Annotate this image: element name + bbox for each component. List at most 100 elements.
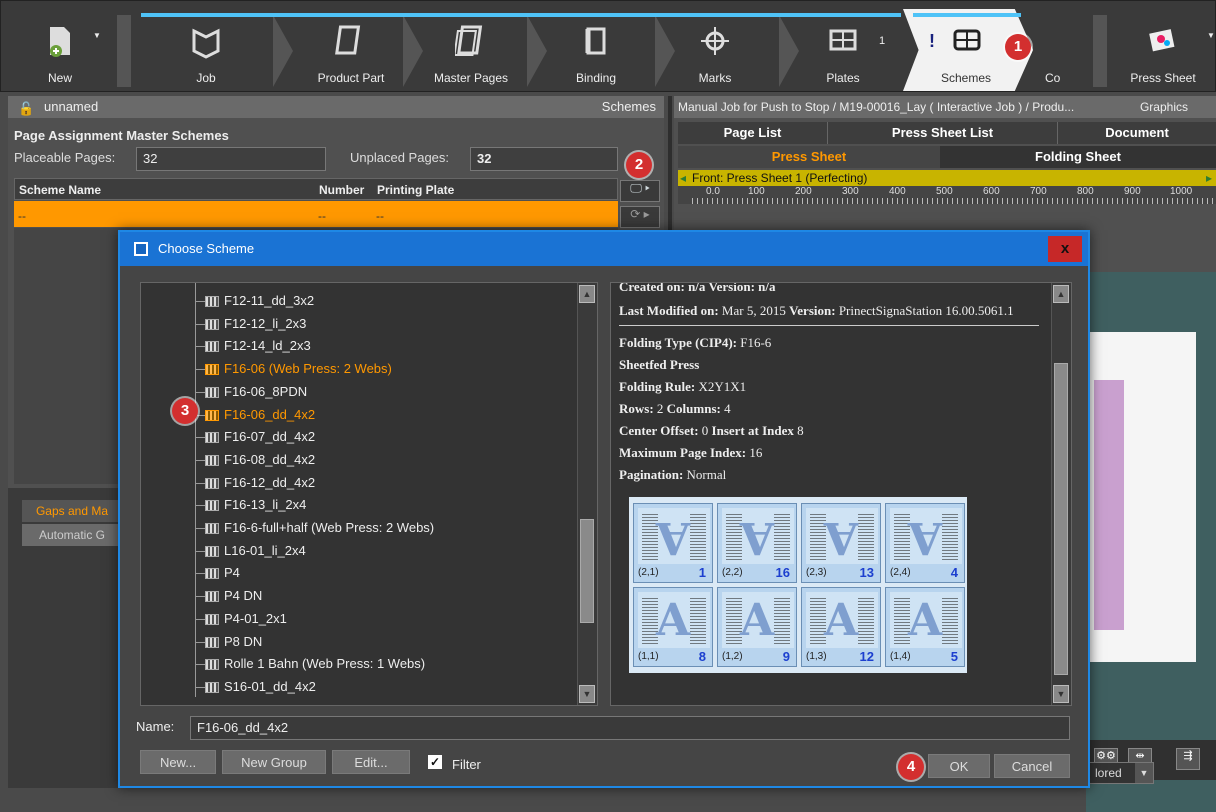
step-master-pages[interactable]: Master Pages [411, 9, 531, 89]
tree-item[interactable]: F12-14_ld_2x3 [205, 336, 311, 356]
scroll-thumb[interactable] [1054, 363, 1068, 675]
tree-item[interactable]: F16-06 (Web Press: 2 Webs) [205, 359, 392, 379]
tree-line [195, 483, 205, 484]
add-scheme-button[interactable]: 🖵 ▸ [620, 180, 660, 202]
next-arrow-icon[interactable]: ▸ [1206, 170, 1212, 186]
scroll-up-icon[interactable]: ▲ [1053, 285, 1069, 303]
choose-scheme-dialog: Choose Scheme x F12-11_dd_3x2 F12-12_li_2… [118, 230, 1090, 788]
tree-item[interactable]: P4 [205, 563, 240, 583]
column-printing-plate[interactable]: Printing Plate [377, 179, 454, 201]
row-scheme-name: -- [18, 209, 26, 223]
tree-line [195, 642, 205, 643]
unplaced-pages-field: 32 [470, 147, 618, 171]
job-path-title: Manual Job for Push to Stop / M19-00016_… [678, 100, 1075, 114]
step-job[interactable]: Job [141, 9, 271, 89]
tab-gaps-and-margins[interactable]: Gaps and Ma [22, 500, 122, 522]
scheme-icon [205, 682, 219, 694]
tree-item[interactable]: S16-01_dd_4x2 [205, 677, 316, 697]
close-button[interactable]: x [1048, 236, 1082, 262]
panel-tab-schemes[interactable]: Schemes [602, 96, 656, 118]
tab-press-sheet-list[interactable]: Press Sheet List [828, 122, 1058, 144]
table-row[interactable]: -- -- -- [14, 201, 618, 227]
chevron-down-icon[interactable]: ▼ [1135, 763, 1153, 783]
scroll-down-icon[interactable]: ▼ [579, 685, 595, 703]
text-lines [774, 598, 790, 644]
scheme-table-header: Scheme Name Number Printing Plate [14, 178, 618, 200]
tree-item-label: F12-11_dd_3x2 [224, 293, 315, 308]
step-binding[interactable]: Binding [541, 9, 651, 89]
page-letter-icon: A [656, 595, 691, 646]
tree-item[interactable]: F12-11_dd_3x2 [205, 291, 314, 311]
tree-item[interactable]: F16-6-full+half (Web Press: 2 Webs) [205, 518, 434, 538]
step-new[interactable]: ▼ New [15, 9, 105, 89]
separator [117, 15, 131, 87]
tab-automatic-gaps[interactable]: Automatic G [22, 524, 122, 546]
page-thumb: A [806, 508, 878, 564]
placeable-pages-field: 32 [136, 147, 326, 171]
tree-item[interactable]: F16-12_dd_4x2 [205, 473, 315, 493]
tree-line [195, 392, 205, 393]
page-number: 4 [950, 565, 958, 580]
tab-press-sheet[interactable]: Press Sheet [678, 146, 940, 168]
step-plates-label: Plates [826, 71, 860, 85]
unlock-icon[interactable]: 🔓 [18, 98, 34, 120]
tree-scrollbar[interactable]: ▲ ▼ [577, 283, 597, 705]
column-number[interactable]: Number [319, 179, 364, 201]
step-collapsed[interactable]: Co [1041, 9, 1091, 89]
name-field[interactable]: F16-06_dd_4x2 [190, 716, 1070, 740]
callout-badge-1: 1 [1005, 34, 1031, 60]
tree-item[interactable]: F16-06_8PDN [205, 382, 307, 402]
step-plates[interactable]: 1 Plates [791, 9, 895, 89]
refresh-scheme-button[interactable]: ⟳ ▸ [620, 206, 660, 228]
tree-item[interactable]: F16-13_li_2x4 [205, 495, 306, 515]
cancel-button[interactable]: Cancel [994, 754, 1070, 778]
scheme-icon [205, 546, 219, 558]
step-marks-label: Marks [698, 71, 732, 85]
tree-item[interactable]: F12-12_li_2x3 [205, 314, 306, 334]
tree-item[interactable]: L16-01_li_2x4 [205, 541, 306, 561]
colored-select[interactable]: lored ▼ [1086, 762, 1154, 784]
front-side-bar[interactable]: ◂ Front: Press Sheet 1 (Perfecting) ▸ [678, 170, 1216, 186]
scroll-down-icon[interactable]: ▼ [1053, 685, 1069, 703]
master-pages-icon [455, 25, 483, 56]
page-coordinate: (2,1) [638, 567, 659, 578]
tree-item[interactable]: P4-01_2x1 [205, 609, 287, 629]
tree-item[interactable]: P4 DN [205, 586, 262, 606]
ruler-tick: 900 [1124, 186, 1141, 197]
scheme-tree: F12-11_dd_3x2 F12-12_li_2x3 F12-14_ld_2x3 F… [140, 282, 598, 706]
dropdown-arrow-icon[interactable]: ▼ [93, 31, 101, 40]
step-press-sheet[interactable]: ▼ Press Sheet [1111, 9, 1215, 89]
dropdown-arrow-icon[interactable]: ▼ [1207, 31, 1215, 40]
expand-icon[interactable]: ⇶ [1176, 748, 1200, 770]
rows-columns-info: Rows: 2 Columns: 4 [619, 401, 731, 416]
center-offset-info: Center Offset: 0 Insert at Index 8 [619, 423, 804, 438]
page-coordinate: (1,3) [806, 651, 827, 662]
scroll-thumb[interactable] [580, 519, 594, 623]
horizontal-ruler: 0.0 100 200 300 400 500 600 700 800 900 … [678, 186, 1216, 204]
step-marks[interactable]: Marks [665, 9, 765, 89]
page-thumb: A [890, 508, 962, 564]
ok-button[interactable]: OK [928, 754, 990, 778]
pagination-info: Pagination: Normal [619, 467, 727, 482]
tree-item[interactable]: Rolle 1 Bahn (Web Press: 1 Webs) [205, 654, 425, 674]
info-scrollbar[interactable]: ▲ ▼ [1051, 283, 1071, 705]
new-button[interactable]: New... [140, 750, 216, 774]
edit-button[interactable]: Edit... [332, 750, 410, 774]
column-scheme-name[interactable]: Scheme Name [19, 179, 101, 201]
dialog-title-bar[interactable]: Choose Scheme x [120, 232, 1088, 266]
tree-item[interactable]: F16-07_dd_4x2 [205, 427, 315, 447]
tab-document[interactable]: Document [1058, 122, 1216, 144]
prev-arrow-icon[interactable]: ◂ [680, 170, 686, 186]
scroll-up-icon[interactable]: ▲ [579, 285, 595, 303]
new-group-button[interactable]: New Group [222, 750, 326, 774]
tab-page-list[interactable]: Page List [678, 122, 828, 144]
tab-graphics[interactable]: Graphics [1135, 96, 1192, 118]
filter-checkbox[interactable]: ✓ [428, 755, 442, 769]
tab-folding-sheet[interactable]: Folding Sheet [940, 146, 1216, 168]
tree-item[interactable]: F16-06_dd_4x2 [205, 405, 315, 425]
step-product-part[interactable]: Product Part [291, 9, 411, 89]
row-number: -- [318, 209, 326, 223]
preview-page: A (1,4) 5 [885, 587, 965, 667]
tree-item[interactable]: F16-08_dd_4x2 [205, 450, 315, 470]
tree-item[interactable]: P8 DN [205, 632, 262, 652]
